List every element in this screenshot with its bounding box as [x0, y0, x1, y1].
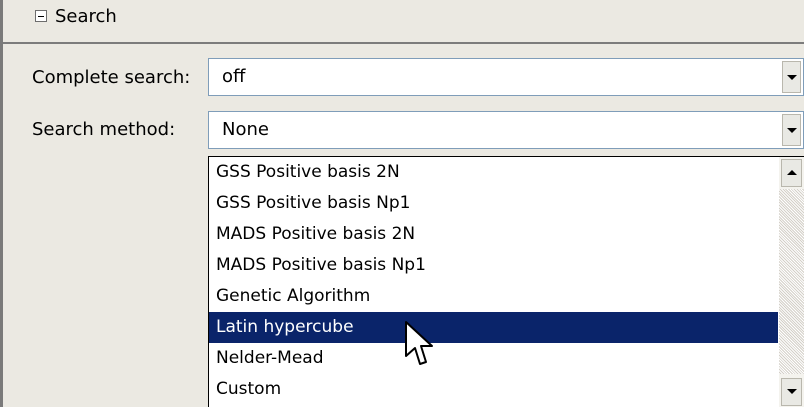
scroll-up-button[interactable]: [781, 159, 802, 187]
chevron-up-icon: [787, 170, 797, 175]
chevron-down-icon: [787, 389, 797, 394]
list-item-selected[interactable]: Latin hypercube: [209, 312, 778, 343]
search-method-value: None: [222, 119, 269, 140]
list-item[interactable]: MADS Positive basis Np1: [209, 250, 778, 281]
search-group-header[interactable]: Search: [3, 0, 804, 42]
complete-search-label: Complete search:: [32, 67, 191, 88]
search-method-label: Search method:: [32, 119, 176, 140]
search-method-dropdown-list[interactable]: GSS Positive basis 2N GSS Positive basis…: [208, 156, 804, 407]
complete-search-value: off: [222, 66, 246, 87]
search-method-dropdown-button[interactable]: [782, 114, 801, 146]
left-divider: [0, 0, 3, 407]
list-item[interactable]: Nelder-Mead: [209, 343, 778, 374]
list-item[interactable]: GSS Positive basis Np1: [209, 188, 778, 219]
list-item[interactable]: Genetic Algorithm: [209, 281, 778, 312]
arrow-pointer-icon: [405, 321, 433, 365]
chevron-down-icon: [787, 128, 797, 133]
scroll-down-button[interactable]: [781, 378, 802, 406]
list-item[interactable]: MADS Positive basis 2N: [209, 219, 778, 250]
list-item[interactable]: GSS Positive basis 2N: [209, 157, 778, 188]
complete-search-combobox[interactable]: off: [208, 58, 804, 96]
complete-search-dropdown-button[interactable]: [782, 61, 801, 93]
dropdown-scrollbar[interactable]: [779, 157, 804, 407]
search-group-title: Search: [55, 6, 117, 27]
search-method-combobox[interactable]: None: [208, 111, 804, 149]
group-divider: [3, 42, 804, 44]
options-panel: Search Complete search: off Search metho…: [0, 0, 804, 407]
scroll-track[interactable]: [779, 189, 804, 374]
chevron-down-icon: [787, 75, 797, 80]
list-item[interactable]: Custom: [209, 374, 778, 405]
minus-box-icon[interactable]: [35, 10, 47, 22]
